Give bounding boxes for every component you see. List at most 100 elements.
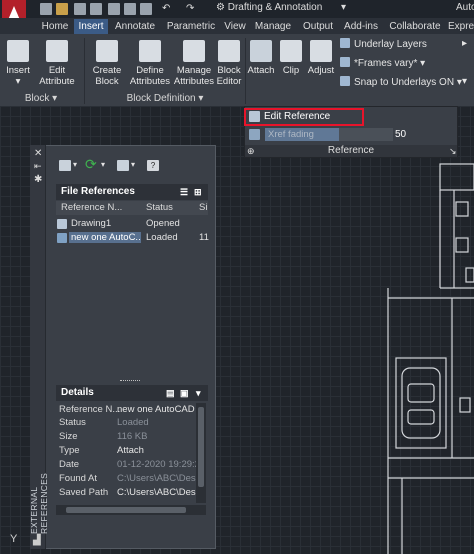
edit-attribute-label-2: Attribute (39, 76, 75, 87)
pane-splitter[interactable] (120, 380, 140, 383)
frames-vary-label: *Frames vary* (354, 58, 418, 69)
workspace-switcher[interactable]: ⚙ Drafting & Annotation ▾ (216, 2, 346, 13)
detail-key: Date (59, 459, 80, 470)
frames-vary-dropdown[interactable]: *Frames vary* ▾ (340, 57, 425, 69)
row-name: new one AutoC... (69, 232, 141, 243)
detail-row: Found At C:\Users\ABC\Deskt (56, 473, 206, 486)
column-size[interactable]: Si (199, 202, 207, 213)
tab-parametric[interactable]: Parametric (162, 19, 220, 34)
xref-file-icon (57, 233, 67, 243)
detail-row: Type Attach (56, 445, 206, 458)
chevron-down-icon[interactable]: ▾ (101, 160, 105, 169)
dialog-launcher-icon[interactable]: ↘ (449, 146, 457, 157)
xref-fading-slider-track[interactable] (339, 128, 393, 141)
tab-collaborate[interactable]: Collaborate (384, 19, 446, 34)
chevron-down-icon: ▾ (420, 58, 426, 69)
tab-annotate[interactable]: Annotate (110, 19, 160, 34)
insert-button[interactable]: Insert ▾ (2, 40, 34, 87)
column-status[interactable]: Status (146, 202, 173, 213)
panel-label-block[interactable]: Block ▾ (0, 92, 82, 106)
tab-add-ins[interactable]: Add-ins (340, 19, 382, 34)
block-editor-label-2: Editor (216, 76, 242, 87)
attach-dwg-icon[interactable] (59, 160, 71, 171)
palette-corner-icon[interactable]: ▟ (33, 535, 41, 546)
xref-fading-icon (249, 129, 260, 140)
block-editor-button[interactable]: Block Editor (214, 40, 244, 87)
tab-view[interactable]: View (220, 19, 250, 34)
tree-view-icon[interactable]: ⊞ (194, 184, 202, 200)
block-editor-label-1: Block (217, 65, 241, 76)
detail-value[interactable]: new one AutoCAD (117, 404, 195, 415)
tab-insert[interactable]: Insert (74, 19, 108, 34)
clip-label: Clip (282, 65, 300, 76)
edit-attribute-button[interactable]: Edit Attribute (36, 40, 78, 87)
gear-icon: ⚙ (216, 2, 225, 13)
detail-key: Reference N... (59, 404, 121, 415)
details-horizontal-scrollbar[interactable] (56, 505, 206, 515)
tab-express[interactable]: Expre (448, 19, 474, 34)
plot-icon[interactable] (124, 3, 136, 15)
details-vertical-scrollbar[interactable] (196, 403, 206, 503)
palette-vertical-title: EXTERNAL REFERENCES (29, 430, 49, 534)
attach-button[interactable]: Attach (246, 40, 276, 76)
detail-key: Found At (59, 473, 98, 484)
properties-gear-icon[interactable]: ✱ (34, 174, 42, 185)
adjust-label: Adjust (307, 65, 335, 76)
save-icon[interactable] (74, 3, 86, 15)
ribbon-right-arrow-top[interactable]: ▸ (462, 38, 467, 49)
cloud-icon[interactable] (108, 3, 120, 15)
list-view-icon[interactable]: ☰ (180, 184, 188, 200)
scrollbar-thumb[interactable] (66, 507, 186, 513)
adjust-button[interactable]: Adjust (306, 40, 336, 76)
palette-title-text: EXTERNAL REFERENCES (29, 472, 49, 534)
clip-button[interactable]: Clip (278, 40, 304, 76)
chevron-down-icon[interactable]: ▾ (131, 160, 135, 169)
ribbon-right-arrow[interactable]: ▾ (462, 76, 467, 87)
change-path-icon[interactable] (117, 160, 129, 171)
save-as-icon[interactable] (90, 3, 102, 15)
scrollbar-thumb[interactable] (198, 407, 204, 487)
workspace-label: Drafting & Annotation (227, 2, 323, 13)
panel-label-block-definition[interactable]: Block Definition ▾ (86, 92, 244, 106)
open-icon[interactable] (56, 3, 68, 15)
detail-value[interactable]: Attach (117, 445, 144, 456)
title-bar: ↶ ↷ ⚙ Drafting & Annotation ▾ Auto (0, 0, 474, 18)
file-references-table-header: Reference N... Status Si (56, 201, 208, 215)
snap-to-underlays-dropdown[interactable]: Snap to Underlays ON ▾ (340, 76, 462, 88)
pin-icon[interactable]: ⊕ (247, 146, 255, 157)
edit-reference-button[interactable] (244, 108, 364, 126)
redo-icon[interactable]: ↷ (186, 3, 198, 15)
detail-row: Status Loaded (56, 417, 206, 430)
column-reference-name[interactable]: Reference N... (61, 202, 122, 213)
details-view-icon[interactable]: ▤ (166, 385, 175, 401)
edit-attribute-label-1: Edit (48, 65, 66, 76)
new-icon[interactable] (40, 3, 52, 15)
preview-view-icon[interactable]: ▣ (180, 385, 189, 401)
detail-value[interactable]: C:\Users\ABC\Deskt (117, 487, 203, 498)
chevron-down-icon[interactable]: ▾ (196, 385, 201, 401)
chevron-down-icon: ▾ (15, 76, 21, 87)
table-row[interactable]: new one AutoC... Loaded 11 (56, 231, 209, 245)
tab-home[interactable]: Home (36, 19, 74, 34)
insert-block-icon (7, 40, 29, 62)
xref-fading-value[interactable]: 50 (395, 128, 415, 141)
tab-manage[interactable]: Manage (252, 19, 294, 34)
manage-attributes-button[interactable]: Manage Attributes (172, 40, 216, 87)
refresh-icon[interactable]: ⟳ (85, 156, 97, 173)
detail-value: C:\Users\ABC\Deskt (117, 473, 204, 484)
define-attributes-button[interactable]: Define Attributes (128, 40, 172, 87)
panel-label-reference[interactable]: Reference (245, 145, 457, 157)
undo-icon[interactable]: ↶ (162, 3, 174, 15)
ucs-icon: Y (10, 533, 18, 545)
chevron-down-icon[interactable]: ▾ (73, 160, 77, 169)
help-icon[interactable]: ? (147, 160, 159, 171)
table-row[interactable]: Drawing1 Opened (56, 217, 208, 231)
underlay-layers-button[interactable]: Underlay Layers (340, 38, 427, 50)
tab-output[interactable]: Output (298, 19, 338, 34)
plot-preview-icon[interactable] (140, 3, 152, 15)
snap-to-underlays-label: Snap to Underlays ON (354, 77, 455, 88)
detail-row: Date 01-12-2020 19:29:2 (56, 459, 206, 472)
close-icon[interactable]: ✕ (34, 148, 42, 159)
auto-hide-icon[interactable]: ⇤ (34, 161, 42, 172)
create-block-button[interactable]: Create Block (88, 40, 126, 87)
